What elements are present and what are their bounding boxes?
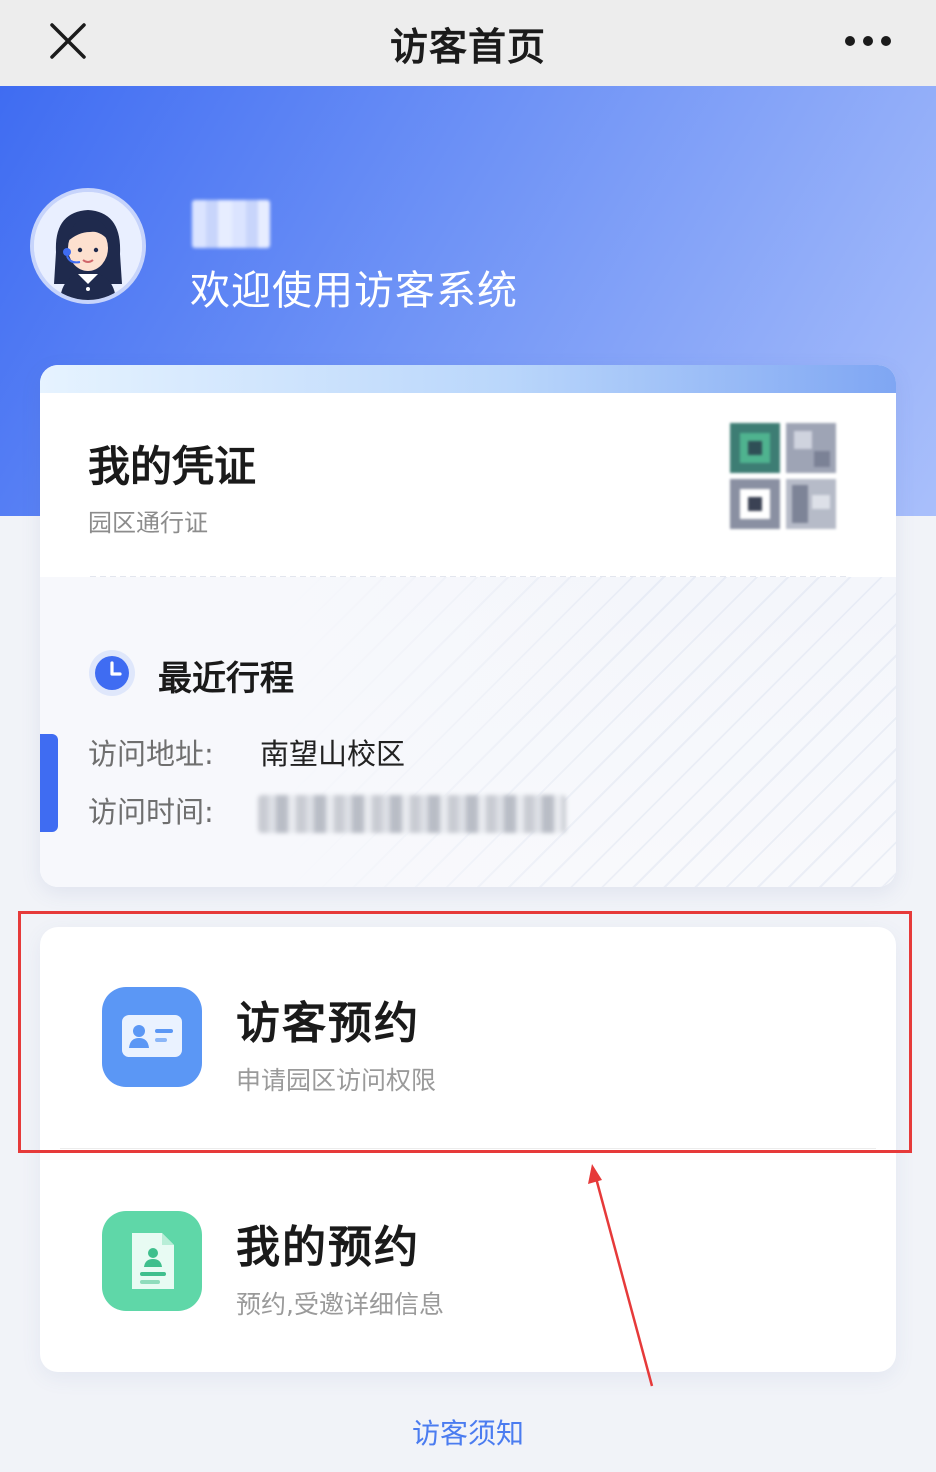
annotation-arrow	[588, 1164, 654, 1387]
visitor-notice-link[interactable]: 访客须知	[0, 1412, 936, 1452]
